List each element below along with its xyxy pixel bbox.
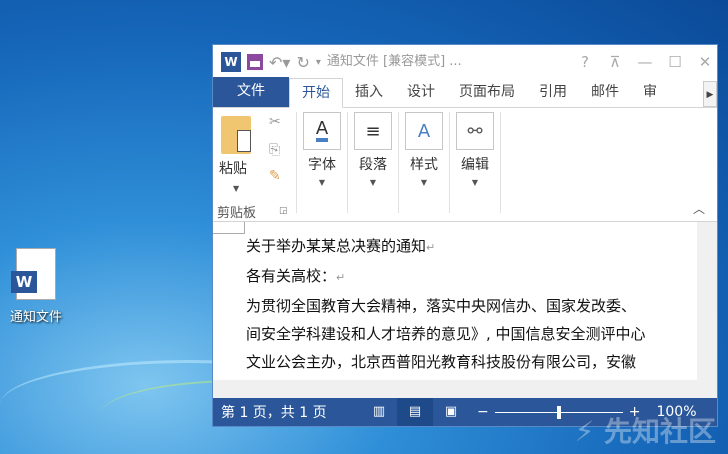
paste-icon[interactable]: [221, 116, 251, 154]
ribbon-tabs: 文件 开始 插入 设计 页面布局 引用 邮件 审 ▶: [213, 77, 717, 108]
doc-line: 为贯彻全国教育大会精神，落实中央网信办、国家发改委、: [246, 297, 637, 315]
tab-home[interactable]: 开始: [289, 78, 343, 108]
maximize-button[interactable]: ☐: [663, 53, 687, 71]
collapse-ribbon-icon[interactable]: ︿: [693, 200, 705, 217]
undo-icon[interactable]: ↶▾: [269, 53, 290, 72]
watermark: ⚡ 先知社区: [574, 415, 716, 448]
doc-line: 关于举办某某总决赛的通知↵: [246, 237, 436, 255]
print-layout-icon[interactable]: ▤: [397, 398, 433, 426]
tab-design[interactable]: 设计: [395, 78, 447, 107]
editing-button[interactable]: ⚯ 编辑 ▼: [450, 112, 501, 213]
paragraph-button[interactable]: ≡ 段落 ▼: [348, 112, 399, 213]
help-button[interactable]: ?: [573, 53, 597, 71]
word-window: W ↶▾ ↻ ▾ 通知文件 [兼容模式] ... ? ⊼ — ☐ ✕ 文件 开始…: [212, 44, 718, 427]
close-button[interactable]: ✕: [693, 53, 717, 71]
document-area[interactable]: 关于举办某某总决赛的通知↵ 各有关高校：↵ 为贯彻全国教育大会精神，落实中央网信…: [213, 222, 717, 399]
tab-mailings[interactable]: 邮件: [579, 78, 631, 107]
zoom-slider-thumb[interactable]: [556, 405, 561, 419]
minimize-button[interactable]: —: [633, 53, 657, 71]
tab-insert[interactable]: 插入: [343, 78, 395, 107]
web-layout-icon[interactable]: ▣: [433, 398, 469, 426]
cut-icon[interactable]: ✂: [269, 114, 281, 130]
doc-line: 各有关高校：↵: [246, 267, 346, 285]
binoculars-icon: ⚯: [456, 112, 494, 150]
ribbon: ✂ ⎘ ✎ 粘贴 ▼ 剪贴板 ◲ A 字体 ▼ ≡ 段落 ▼ A 样式 ▼ ⚯ 编辑 ▼ ︿: [213, 108, 717, 222]
ribbon-display-options-icon[interactable]: ⊼: [603, 53, 627, 71]
styles-icon: A: [405, 112, 443, 150]
dialog-launcher-icon[interactable]: ◲: [279, 206, 288, 216]
title-bar: W ↶▾ ↻ ▾ 通知文件 [兼容模式] ... ? ⊼ — ☐ ✕: [213, 45, 717, 79]
margin-marker: [213, 222, 245, 234]
doc-line: 间安全学科建设和人才培养的意见》, 中国信息安全测评中心: [246, 325, 646, 343]
font-button[interactable]: A 字体 ▼: [297, 112, 348, 213]
zoom-out-button[interactable]: −: [477, 404, 489, 420]
format-painter-icon[interactable]: ✎: [269, 168, 281, 184]
tab-references[interactable]: 引用: [527, 78, 579, 107]
desktop-icon-label: 通知文件: [9, 310, 62, 325]
font-icon: A: [303, 112, 341, 150]
doc-line: 文业公会主办，北京西普阳光教育科技股份有限公司，安徽: [246, 353, 637, 371]
clipboard-group-label: 剪贴板: [217, 206, 257, 221]
styles-button[interactable]: A 样式 ▼: [399, 112, 450, 213]
paste-label[interactable]: 粘贴: [219, 158, 247, 178]
desktop-icon-word-file[interactable]: W 通知文件: [2, 248, 70, 325]
save-icon[interactable]: [247, 54, 263, 70]
redo-icon[interactable]: ↻: [296, 53, 309, 72]
word-document-icon: W: [11, 248, 56, 300]
customize-qat-icon[interactable]: ▾: [316, 57, 321, 68]
read-mode-icon[interactable]: ▥: [361, 398, 397, 426]
copy-icon[interactable]: ⎘: [269, 142, 280, 158]
tab-layout[interactable]: 页面布局: [447, 78, 527, 107]
tab-scroll-right-icon[interactable]: ▶: [703, 81, 717, 107]
paragraph-icon: ≡: [354, 112, 392, 150]
clipboard-group: ✂ ⎘ ✎ 粘贴 ▼ 剪贴板 ◲: [213, 112, 297, 221]
window-title: 通知文件 [兼容模式] ...: [326, 54, 462, 69]
page-info[interactable]: 第 1 页，共 1 页: [221, 402, 361, 422]
paste-dropdown-icon[interactable]: ▼: [233, 184, 239, 193]
tab-file[interactable]: 文件: [213, 77, 289, 107]
word-logo-icon: W: [221, 52, 241, 72]
tab-review[interactable]: 审: [631, 78, 669, 107]
document-page[interactable]: 关于举办某某总决赛的通知↵ 各有关高校：↵ 为贯彻全国教育大会精神，落实中央网信…: [213, 222, 697, 380]
